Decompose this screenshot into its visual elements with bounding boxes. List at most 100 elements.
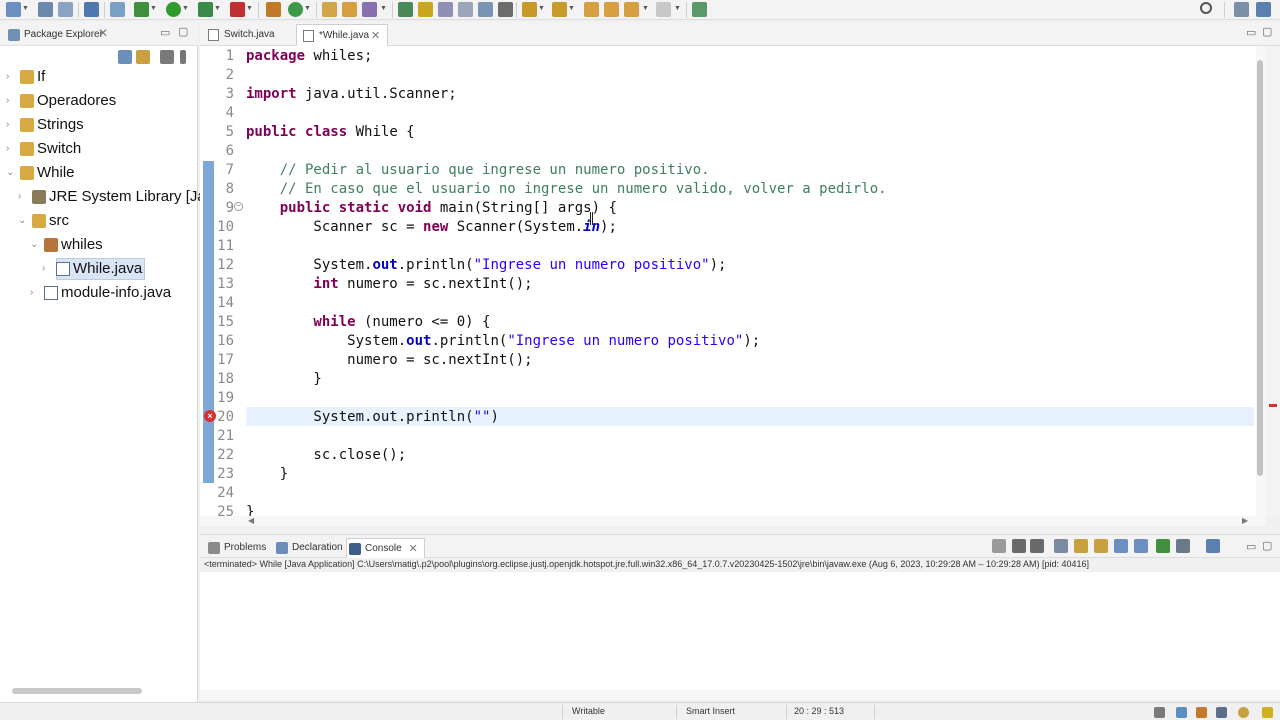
back-icon[interactable]	[604, 2, 619, 17]
tab-while-java[interactable]: *While.java ✕	[296, 24, 388, 46]
filter-icon[interactable]	[160, 50, 174, 64]
pilcrow-icon[interactable]	[498, 2, 513, 17]
console-output[interactable]	[200, 572, 1280, 690]
save-icon[interactable]	[38, 2, 53, 17]
forward-dropdown-arrow[interactable]: ▼	[674, 4, 682, 14]
highlight-icon[interactable]	[418, 2, 433, 17]
maximize-icon[interactable]: ▢	[1262, 539, 1272, 552]
tips-icon[interactable]	[1238, 707, 1249, 718]
scrollbar-thumb[interactable]	[1257, 60, 1263, 476]
console-horizontal-scrollbar[interactable]	[200, 690, 1280, 700]
link-with-editor-icon[interactable]	[136, 50, 150, 64]
external-tools-dropdown-arrow[interactable]: ▼	[246, 4, 254, 14]
previous-annotation-dropdown-arrow[interactable]: ▼	[568, 4, 576, 14]
minimize-icon[interactable]: ▭	[160, 26, 170, 39]
expand-arrow-icon[interactable]: ›	[6, 90, 16, 112]
editor-vertical-scrollbar[interactable]	[1256, 46, 1266, 516]
tab-package-explorer[interactable]: Package Explorer	[4, 25, 107, 45]
search-dropdown-arrow[interactable]: ▼	[380, 4, 388, 14]
open-perspective-icon[interactable]	[1234, 2, 1249, 17]
new-java-project-icon[interactable]	[266, 2, 281, 17]
debug-dropdown-arrow[interactable]: ▼	[150, 4, 158, 14]
close-icon[interactable]: ✕	[98, 27, 108, 39]
new-dropdown-arrow[interactable]: ▼	[22, 4, 30, 14]
minimize-icon[interactable]: ▭	[1246, 26, 1256, 39]
skip-breakpoints-icon[interactable]	[110, 2, 125, 17]
show-whitespace-icon[interactable]	[478, 2, 493, 17]
java-perspective-icon[interactable]	[1256, 2, 1271, 17]
run-dropdown-arrow[interactable]: ▼	[182, 4, 190, 14]
external-tools-icon[interactable]	[230, 2, 245, 17]
error-marker[interactable]	[1269, 404, 1277, 407]
back-dropdown-arrow[interactable]: ▼	[642, 4, 650, 14]
collapse-arrow-icon[interactable]: ⌄	[18, 210, 28, 232]
expand-arrow-icon[interactable]: ›	[30, 282, 40, 304]
open-console-icon[interactable]	[1206, 539, 1220, 553]
save-all-icon[interactable]	[58, 2, 73, 17]
lightbulb-icon[interactable]	[1262, 707, 1273, 718]
collapse-arrow-icon[interactable]: ⌄	[30, 234, 40, 256]
open-type-icon[interactable]	[322, 2, 337, 17]
coverage-icon[interactable]	[198, 2, 213, 17]
tab-console[interactable]: Console ✕	[346, 538, 425, 558]
word-wrap-icon[interactable]	[458, 2, 473, 17]
tasks-icon[interactable]	[1216, 707, 1227, 718]
last-edit-icon[interactable]	[584, 2, 599, 17]
scroll-right-icon[interactable]: ▶	[1242, 516, 1248, 525]
debug-icon[interactable]	[134, 2, 149, 17]
toggle-mark-icon[interactable]	[398, 2, 413, 17]
view-menu-icon[interactable]	[180, 50, 186, 64]
expand-arrow-icon[interactable]: ›	[42, 258, 52, 280]
open-folder-icon[interactable]	[342, 2, 357, 17]
pin-console-icon[interactable]	[1156, 539, 1170, 553]
expand-arrow-icon[interactable]: ›	[18, 186, 28, 208]
word-wrap-icon[interactable]	[1094, 539, 1108, 553]
insert-mode-status[interactable]: Smart Insert	[686, 706, 735, 716]
code-editor[interactable]: 1 2 3 4 5 6 7 8 9 10 11 12 13 14 15 16 1…	[200, 46, 1266, 516]
package-explorer-scrollbar[interactable]	[12, 688, 142, 694]
scroll-lock-icon[interactable]	[1074, 539, 1088, 553]
error-icon[interactable]: ×	[204, 410, 216, 422]
pin-editor-icon[interactable]	[692, 2, 707, 17]
clear-console-icon[interactable]	[1054, 539, 1068, 553]
new-icon[interactable]	[6, 2, 21, 17]
terminal-icon[interactable]	[84, 2, 99, 17]
collapse-arrow-icon[interactable]: ⌄	[6, 162, 16, 184]
coverage-dropdown-arrow[interactable]: ▼	[214, 4, 222, 14]
maximize-icon[interactable]: ▢	[178, 25, 188, 38]
editor-horizontal-scrollbar[interactable]: ◀ ▶	[200, 516, 1266, 526]
remove-all-terminated-icon[interactable]	[1030, 539, 1044, 553]
show-on-output-icon[interactable]	[1114, 539, 1128, 553]
expand-arrow-icon[interactable]: ›	[6, 138, 16, 160]
scroll-left-icon[interactable]: ◀	[248, 516, 254, 525]
search-icon[interactable]	[1200, 2, 1212, 14]
heap-icon[interactable]	[1154, 707, 1165, 718]
tab-declaration[interactable]: Declaration	[274, 538, 343, 558]
block-selection-icon[interactable]	[438, 2, 453, 17]
close-icon[interactable]: ✕	[408, 543, 417, 555]
collapse-all-icon[interactable]	[118, 50, 132, 64]
new-class-dropdown-arrow[interactable]: ▼	[304, 4, 312, 14]
search-tool-icon[interactable]	[362, 2, 377, 17]
expand-arrow-icon[interactable]: ›	[6, 66, 16, 88]
notifications-icon[interactable]	[1176, 707, 1187, 718]
close-icon[interactable]: ✕	[371, 30, 380, 42]
minimize-icon[interactable]: ▭	[1246, 540, 1256, 553]
terminate-icon[interactable]	[992, 539, 1006, 553]
fold-toggle-icon[interactable]: −	[234, 202, 243, 211]
forward-icon[interactable]	[656, 2, 671, 17]
tab-problems[interactable]: Problems	[206, 538, 266, 558]
next-annotation-dropdown-arrow[interactable]: ▼	[538, 4, 546, 14]
previous-annotation-icon[interactable]	[552, 2, 567, 17]
new-class-icon[interactable]	[288, 2, 303, 17]
marketplace-icon[interactable]	[1196, 707, 1207, 718]
expand-arrow-icon[interactable]: ›	[6, 114, 16, 136]
remove-launch-icon[interactable]	[1012, 539, 1026, 553]
show-on-error-icon[interactable]	[1134, 539, 1148, 553]
run-icon[interactable]	[166, 2, 181, 17]
next-annotation-icon[interactable]	[522, 2, 537, 17]
display-console-icon[interactable]	[1176, 539, 1190, 553]
maximize-icon[interactable]: ▢	[1262, 25, 1272, 38]
tab-switch-java[interactable]: Switch.java	[202, 24, 294, 46]
back-history-icon[interactable]	[624, 2, 639, 17]
